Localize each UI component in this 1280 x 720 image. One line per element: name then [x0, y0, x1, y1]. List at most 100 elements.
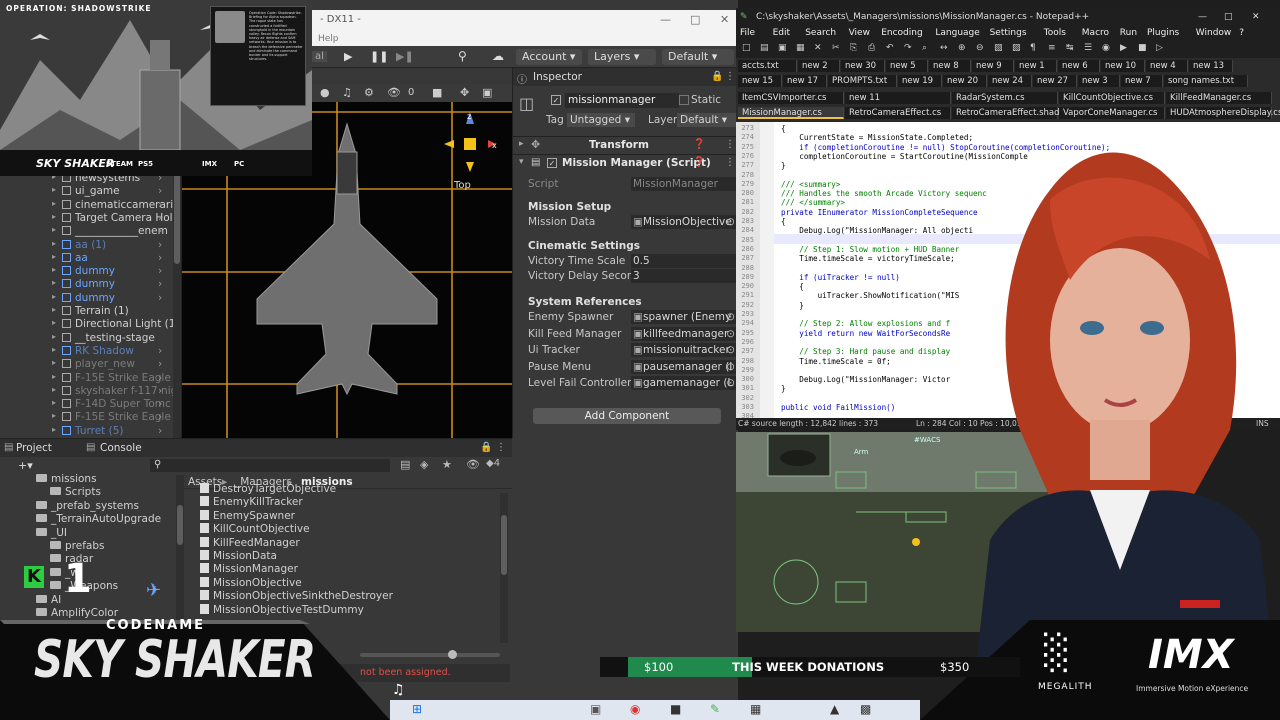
toolbar-icon[interactable]: ≡	[1048, 43, 1056, 53]
move-tool-icon[interactable]: ✥	[460, 86, 469, 99]
object-picker-icon[interactable]: ⊙	[726, 215, 735, 229]
menu-help[interactable]: Help	[318, 34, 339, 44]
npp-menu-item[interactable]: Language	[935, 28, 979, 38]
menu-dots-icon[interactable]: ⋮	[496, 442, 506, 453]
npp-tab[interactable]: new 9	[972, 60, 1014, 72]
number-field[interactable]: 0.5	[631, 254, 737, 268]
effects-icon[interactable]: ⚙	[364, 86, 374, 99]
toolbar-icon[interactable]: ▤	[760, 43, 769, 53]
expand-arrow-icon[interactable]: ▸	[52, 292, 56, 301]
help-icon[interactable]: ❓	[693, 139, 705, 150]
npp-tab[interactable]: new 6	[1058, 60, 1100, 72]
folder-tree-item[interactable]: AI	[36, 594, 61, 606]
npp-tab[interactable]: new 10	[1101, 60, 1145, 72]
close-icon[interactable]: ✕	[720, 13, 729, 26]
expand-arrow-icon[interactable]: ▸	[52, 305, 56, 314]
npp-menu-item[interactable]: Macro	[1082, 28, 1109, 38]
toolbar-icon[interactable]: ☰	[1084, 43, 1092, 53]
npp-tab[interactable]: song names.txt	[1164, 75, 1248, 87]
step-icon[interactable]: ▶❚	[396, 50, 414, 63]
chevron-right-icon[interactable]: ›	[158, 185, 162, 197]
npp-tab[interactable]: PROMPTS.txt	[828, 75, 897, 87]
npp-tab[interactable]: new 2	[798, 60, 840, 72]
chevron-right-icon[interactable]: ›	[158, 225, 162, 237]
expand-arrow-icon[interactable]: ▸	[52, 265, 56, 274]
npp-menu-item[interactable]: ?	[1239, 28, 1244, 38]
expand-arrow-icon[interactable]: ▸	[52, 278, 56, 287]
menu-dots-icon[interactable]: ⋮	[725, 71, 735, 82]
npp-tab[interactable]: new 20	[943, 75, 987, 87]
npp-tab[interactable]: new 17	[783, 75, 827, 87]
toolbar-icon[interactable]: ■	[1138, 43, 1147, 53]
toolbar-icon[interactable]: ◉	[1102, 43, 1110, 53]
start-icon[interactable]: ⊞	[412, 702, 422, 716]
hierarchy-item[interactable]: ▸ RK Shadow ›	[52, 345, 162, 358]
hierarchy-scrollbar[interactable]	[173, 168, 181, 438]
toolbar-icon[interactable]: ▶	[1120, 43, 1127, 53]
menu-dots-icon[interactable]: ⋮	[725, 139, 735, 150]
hierarchy-item[interactable]: ▸ aa ›	[52, 252, 162, 265]
chevron-right-icon[interactable]: ›	[158, 265, 162, 277]
expand-arrow-icon[interactable]: ▸	[52, 425, 56, 434]
hierarchy-item[interactable]: ▸ dummy ›	[52, 265, 162, 278]
file-list-item[interactable]: MissionData	[200, 550, 277, 562]
cloud-icon[interactable]: ☁	[492, 49, 504, 63]
object-picker-icon[interactable]: ⊙	[726, 376, 735, 390]
hierarchy-item[interactable]: ▸ cinematiccameraric ›	[52, 199, 179, 212]
taskbar-app-icon[interactable]: ◉	[630, 702, 640, 716]
static-checkbox[interactable]	[679, 95, 689, 105]
chevron-right-icon[interactable]: ›	[158, 199, 162, 211]
hierarchy-item[interactable]: ▸ Target Camera Hold ›	[52, 212, 179, 225]
toolbar-icon[interactable]: ↔	[940, 43, 948, 53]
file-list-item[interactable]: MissionObjective	[200, 576, 302, 589]
chevron-right-icon[interactable]: ›	[158, 385, 162, 397]
taskbar-app-icon[interactable]: ▣	[590, 702, 601, 716]
audio-icon[interactable]: ♫	[342, 86, 352, 99]
object-picker-icon[interactable]: ⊙	[726, 310, 735, 324]
hierarchy-item[interactable]: ▸ Directional Light (1)	[52, 318, 180, 331]
hierarchy-item[interactable]: ▸ Turret (5) ›	[52, 425, 162, 438]
hierarchy-item[interactable]: ▸ player_new ›	[52, 358, 162, 371]
menu-dots-icon[interactable]: ⋮	[725, 157, 735, 168]
chevron-right-icon[interactable]: ›	[158, 398, 162, 410]
expand-arrow-icon[interactable]: ▸	[52, 385, 56, 394]
lock-icon[interactable]: 🔒	[711, 71, 723, 82]
expand-arrow-icon[interactable]: ▸	[52, 345, 56, 354]
filter-type-icon[interactable]: ▤	[400, 458, 410, 471]
hierarchy-item[interactable]: ▸ F-15E Strike Eagle ›	[52, 372, 171, 385]
npp-tab[interactable]: new 19	[898, 75, 942, 87]
file-list-item[interactable]: MissionManager	[200, 563, 298, 575]
maximize-icon[interactable]: □	[690, 13, 700, 26]
play-icon[interactable]: ▶	[344, 50, 352, 63]
chevron-right-icon[interactable]: ›	[158, 358, 162, 370]
transform-header[interactable]: ▸ ✥ Transform ❓ ⋮	[513, 136, 739, 153]
chevron-right-icon[interactable]: ›	[158, 278, 162, 290]
file-list-item[interactable]: EnemySpawner	[200, 509, 295, 522]
folder-tree-item[interactable]: _TerrainAutoUpgrade	[36, 513, 161, 525]
hierarchy-item[interactable]: ▸ __testing-stage	[52, 332, 155, 345]
npp-tab[interactable]: new 7	[1121, 75, 1163, 87]
add-icon[interactable]: +▾	[18, 459, 33, 472]
file-list-item[interactable]: KillCountObjective	[200, 523, 310, 535]
npp-tab[interactable]: new 15	[738, 75, 782, 87]
hierarchy-item[interactable]: ▸ Terrain (1)	[52, 305, 129, 318]
eye-icon[interactable]: 👁	[466, 458, 480, 471]
expand-arrow-icon[interactable]: ▸	[52, 185, 56, 194]
folder-tree-item[interactable]: prefabs	[50, 540, 104, 552]
lighting-icon[interactable]: ●	[320, 86, 330, 99]
expand-arrow-icon[interactable]: ▸	[52, 199, 56, 208]
expand-arrow-icon[interactable]: ▸	[52, 358, 56, 367]
npp-tab[interactable]: new 5	[886, 60, 928, 72]
toolbar-icon[interactable]: □	[742, 43, 751, 53]
hierarchy-item[interactable]: ▸ aa (1) ›	[52, 239, 162, 252]
object-name-field[interactable]: missionmanager	[565, 93, 679, 108]
account-dropdown[interactable]: Account ▾	[516, 49, 582, 65]
layer-dropdown[interactable]: Default ▾	[677, 113, 737, 127]
layers-dropdown[interactable]: Layers ▾	[588, 49, 656, 65]
minimize-icon[interactable]: —	[660, 13, 671, 26]
favorite-icon[interactable]: ★	[442, 458, 452, 471]
pause-icon[interactable]: ❚❚	[370, 50, 388, 63]
npp-menu-item[interactable]: Window	[1196, 28, 1232, 38]
npp-menu-item[interactable]: Encoding	[881, 28, 922, 38]
toolbar-icon[interactable]: ▧	[994, 43, 1003, 53]
